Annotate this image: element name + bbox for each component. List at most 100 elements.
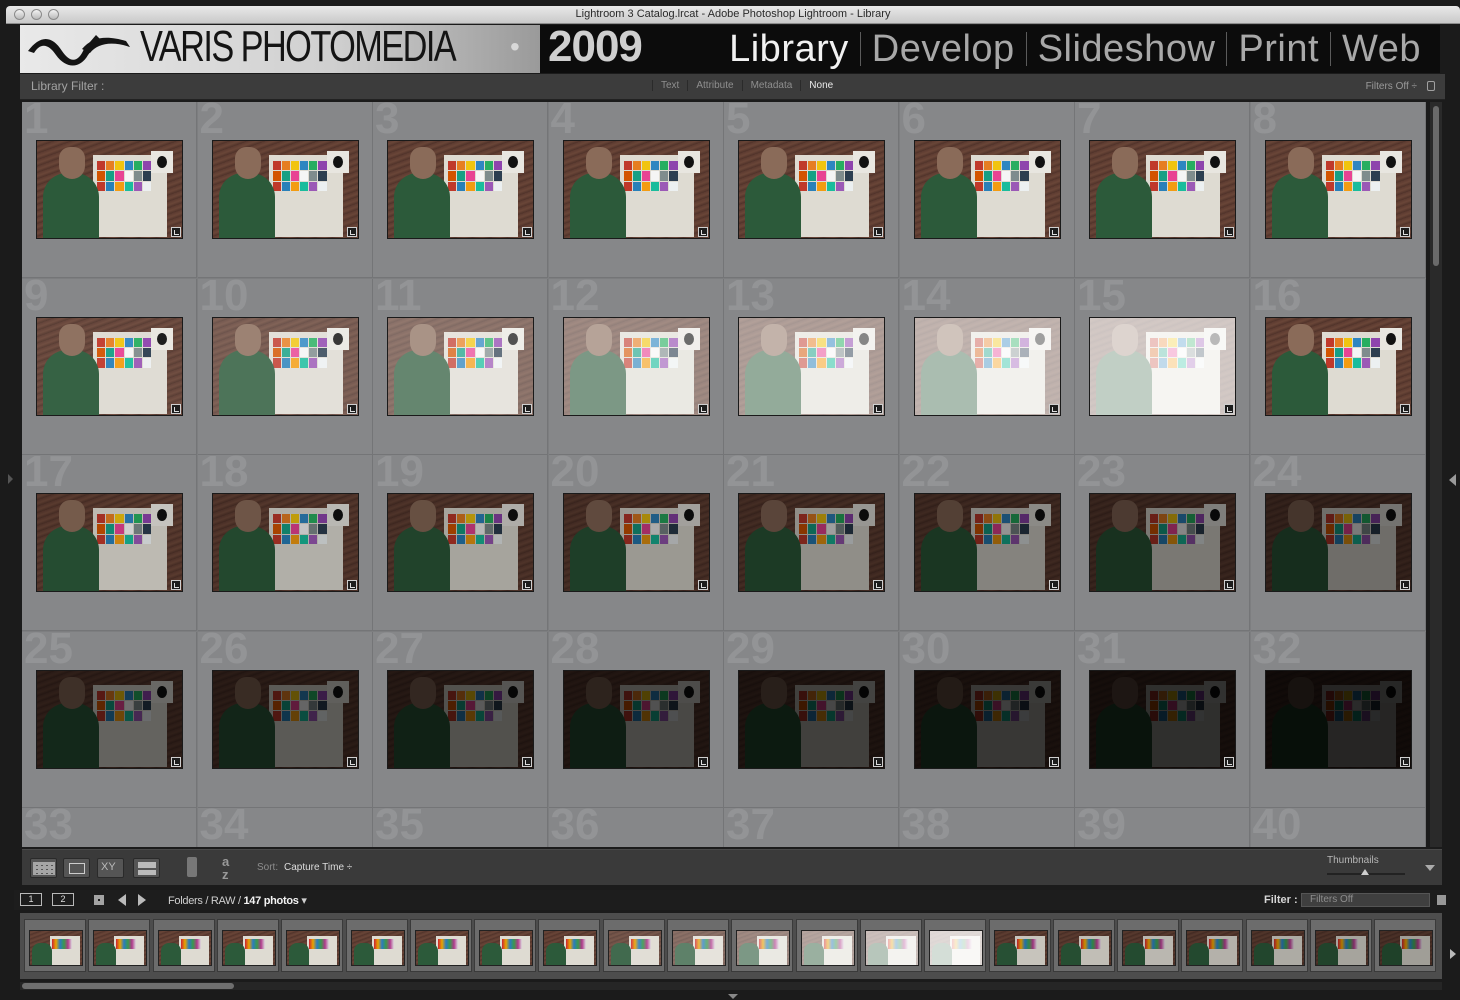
grid-cell[interactable]: 17	[22, 455, 197, 631]
filmstrip-thumbnail[interactable]	[538, 919, 601, 972]
filmstrip-thumbnail[interactable]	[1052, 919, 1115, 972]
grid-cell[interactable]: 23	[1075, 455, 1250, 631]
survey-view-button[interactable]	[133, 858, 160, 878]
photo-thumbnail[interactable]	[562, 140, 710, 239]
edit-badge-icon[interactable]	[522, 756, 532, 767]
grid-cell[interactable]: 24	[1250, 455, 1426, 631]
edit-badge-icon[interactable]	[522, 227, 532, 237]
filter-tab-metadata[interactable]: Metadata	[741, 80, 801, 91]
edit-badge-icon[interactable]	[1048, 403, 1059, 414]
photo-thumbnail[interactable]	[913, 140, 1061, 239]
source-breadcrumb[interactable]: Folders / RAW / 147 photos ▾	[168, 894, 307, 907]
filmstrip-scrollbar[interactable]	[20, 982, 1442, 990]
grid-cell[interactable]: 9	[22, 278, 197, 455]
filmstrip-thumbnail[interactable]	[602, 919, 665, 972]
photo-thumbnail[interactable]	[913, 316, 1061, 416]
photo-thumbnail[interactable]	[36, 669, 183, 769]
filmstrip-thumbnail[interactable]	[1117, 919, 1180, 972]
edit-badge-icon[interactable]	[1224, 580, 1234, 590]
painter-spray-can-icon[interactable]	[187, 857, 197, 877]
left-panel-toggle-icon[interactable]	[8, 474, 13, 484]
filmstrip-filter-switch[interactable]	[1437, 895, 1446, 905]
photo-thumbnail[interactable]	[1264, 140, 1412, 239]
toolbar-content-chevron-down-icon[interactable]	[1425, 865, 1435, 871]
module-library[interactable]: Library	[718, 25, 860, 73]
filmstrip-scroll-thumb[interactable]	[22, 983, 234, 989]
edit-badge-icon[interactable]	[873, 756, 883, 767]
grid-cell[interactable]: 27	[373, 631, 548, 808]
photo-thumbnail[interactable]	[387, 316, 534, 416]
secondary-monitor-button[interactable]: 2	[52, 893, 74, 906]
photo-thumbnail[interactable]	[387, 493, 534, 592]
filmstrip-thumbnail[interactable]	[1181, 919, 1244, 972]
grid-cell[interactable]: 14	[899, 278, 1075, 455]
grid-cell[interactable]: 36	[548, 808, 724, 847]
photo-thumbnail[interactable]	[738, 316, 885, 416]
filmstrip-thumbnail[interactable]	[988, 919, 1051, 972]
filmstrip-thumbnail[interactable]	[731, 919, 794, 972]
filmstrip-scroll-right-icon[interactable]	[1450, 949, 1456, 959]
edit-badge-icon[interactable]	[1048, 756, 1059, 767]
edit-badge-icon[interactable]	[346, 227, 357, 237]
photo-thumbnail[interactable]	[211, 493, 359, 592]
edit-badge-icon[interactable]	[697, 227, 708, 237]
right-panel-toggle-icon[interactable]	[1449, 474, 1456, 486]
filmstrip-thumbnail[interactable]	[88, 919, 151, 972]
edit-badge-icon[interactable]	[697, 403, 708, 414]
edit-badge-icon[interactable]	[1399, 580, 1410, 590]
photo-thumbnail[interactable]	[36, 140, 183, 239]
filmstrip-filter-dropdown[interactable]: Filters Off	[1301, 893, 1430, 907]
edit-badge-icon[interactable]	[697, 756, 708, 767]
grid-cell[interactable]: 35	[373, 808, 548, 847]
grid-cell[interactable]: 28	[548, 631, 724, 808]
grid-cell[interactable]: 8	[1250, 102, 1426, 278]
photo-thumbnail[interactable]	[1264, 669, 1412, 769]
forward-arrow-icon[interactable]	[138, 894, 146, 906]
grid-cell[interactable]: 12	[548, 278, 724, 455]
photo-thumbnail[interactable]	[562, 316, 710, 416]
photo-thumbnail[interactable]	[1264, 316, 1412, 416]
filmstrip-toggle-icon[interactable]	[728, 994, 738, 999]
back-arrow-icon[interactable]	[118, 894, 126, 906]
photo-thumbnail[interactable]	[1264, 493, 1412, 592]
grid-cell[interactable]: 5	[724, 102, 899, 278]
edit-badge-icon[interactable]	[1048, 580, 1059, 590]
grid-cell[interactable]: 40	[1250, 808, 1426, 847]
photo-thumbnail[interactable]	[211, 140, 359, 239]
edit-badge-icon[interactable]	[346, 580, 357, 590]
grid-cell[interactable]: 22	[899, 455, 1075, 631]
grid-cell[interactable]: 1	[22, 102, 197, 278]
module-web[interactable]: Web	[1331, 25, 1432, 73]
edit-badge-icon[interactable]	[171, 756, 181, 767]
filmstrip-thumbnail[interactable]	[281, 919, 344, 972]
grid-cell[interactable]: 11	[373, 278, 548, 455]
filmstrip-thumbnail[interactable]	[1374, 919, 1437, 972]
module-print[interactable]: Print	[1227, 25, 1330, 73]
grid-cell[interactable]: 2	[197, 102, 373, 278]
loupe-view-button[interactable]	[63, 858, 90, 878]
edit-badge-icon[interactable]	[1048, 227, 1059, 237]
grid-cell[interactable]: 4	[548, 102, 724, 278]
grid-cell[interactable]: 19	[373, 455, 548, 631]
edit-badge-icon[interactable]	[1224, 756, 1234, 767]
edit-badge-icon[interactable]	[873, 227, 883, 237]
filmstrip-thumbnail[interactable]	[409, 919, 472, 972]
photo-thumbnail[interactable]	[1089, 316, 1236, 416]
filmstrip-thumbnail[interactable]	[1245, 919, 1308, 972]
photo-thumbnail[interactable]	[562, 669, 710, 769]
grid-cell[interactable]: 15	[1075, 278, 1250, 455]
photo-thumbnail[interactable]	[913, 669, 1061, 769]
grid-cell[interactable]: 32	[1250, 631, 1426, 808]
photo-thumbnail[interactable]	[36, 316, 183, 416]
edit-badge-icon[interactable]	[346, 756, 357, 767]
grid-cell[interactable]: 18	[197, 455, 373, 631]
photo-thumbnail[interactable]	[36, 493, 183, 592]
grid-scroll-thumb[interactable]	[1433, 106, 1439, 266]
photo-thumbnail[interactable]	[738, 493, 885, 592]
module-slideshow[interactable]: Slideshow	[1027, 25, 1227, 73]
filter-tab-none[interactable]: None	[800, 80, 841, 91]
edit-badge-icon[interactable]	[1224, 227, 1234, 237]
grid-cell[interactable]: 38	[899, 808, 1075, 847]
photo-thumbnail[interactable]	[738, 669, 885, 769]
edit-badge-icon[interactable]	[873, 580, 883, 590]
